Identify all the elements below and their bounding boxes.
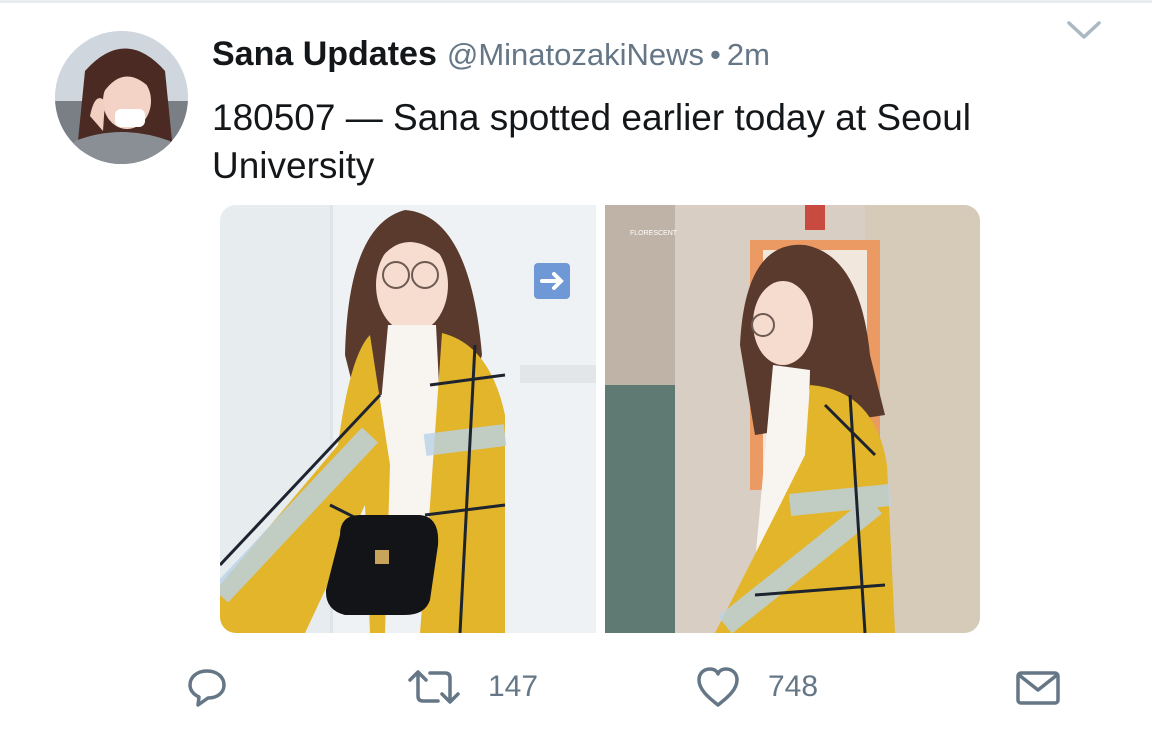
action-bar: 147 748: [0, 655, 1152, 719]
retweet-count: 147: [488, 670, 539, 703]
photo-2[interactable]: FLORESCENT: [605, 205, 980, 633]
heart-icon: [697, 667, 739, 707]
avatar-image: [55, 31, 188, 164]
author-handle[interactable]: @MinatozakiNews: [447, 37, 704, 72]
separator-dot: •: [710, 37, 721, 72]
tweet-header: Sana Updates @MinatozakiNews • 2m: [212, 32, 770, 76]
tweet-text: 180507 — Sana spotted earlier today at S…: [212, 97, 972, 186]
retweet-icon: [408, 670, 460, 704]
tweet-card: Sana Updates @MinatozakiNews • 2m 180507 — …: [0, 0, 1152, 737]
retweet-button[interactable]: 147: [406, 655, 538, 719]
chevron-down-icon[interactable]: [1066, 16, 1102, 44]
divider: [0, 0, 1152, 3]
reply-icon: [188, 669, 226, 707]
reply-button[interactable]: [184, 655, 230, 719]
timestamp[interactable]: 2m: [727, 37, 770, 72]
author-name[interactable]: Sana Updates: [212, 35, 437, 73]
envelope-icon: [1016, 671, 1060, 705]
direct-message-button[interactable]: [1014, 655, 1062, 719]
photo-1[interactable]: [220, 205, 596, 633]
photo-watermark: FLORESCENT: [630, 230, 678, 237]
like-button[interactable]: 748: [694, 655, 818, 719]
like-count: 748: [768, 670, 819, 703]
avatar[interactable]: [55, 31, 188, 164]
media-grid: FLORESCENT: [220, 205, 980, 633]
